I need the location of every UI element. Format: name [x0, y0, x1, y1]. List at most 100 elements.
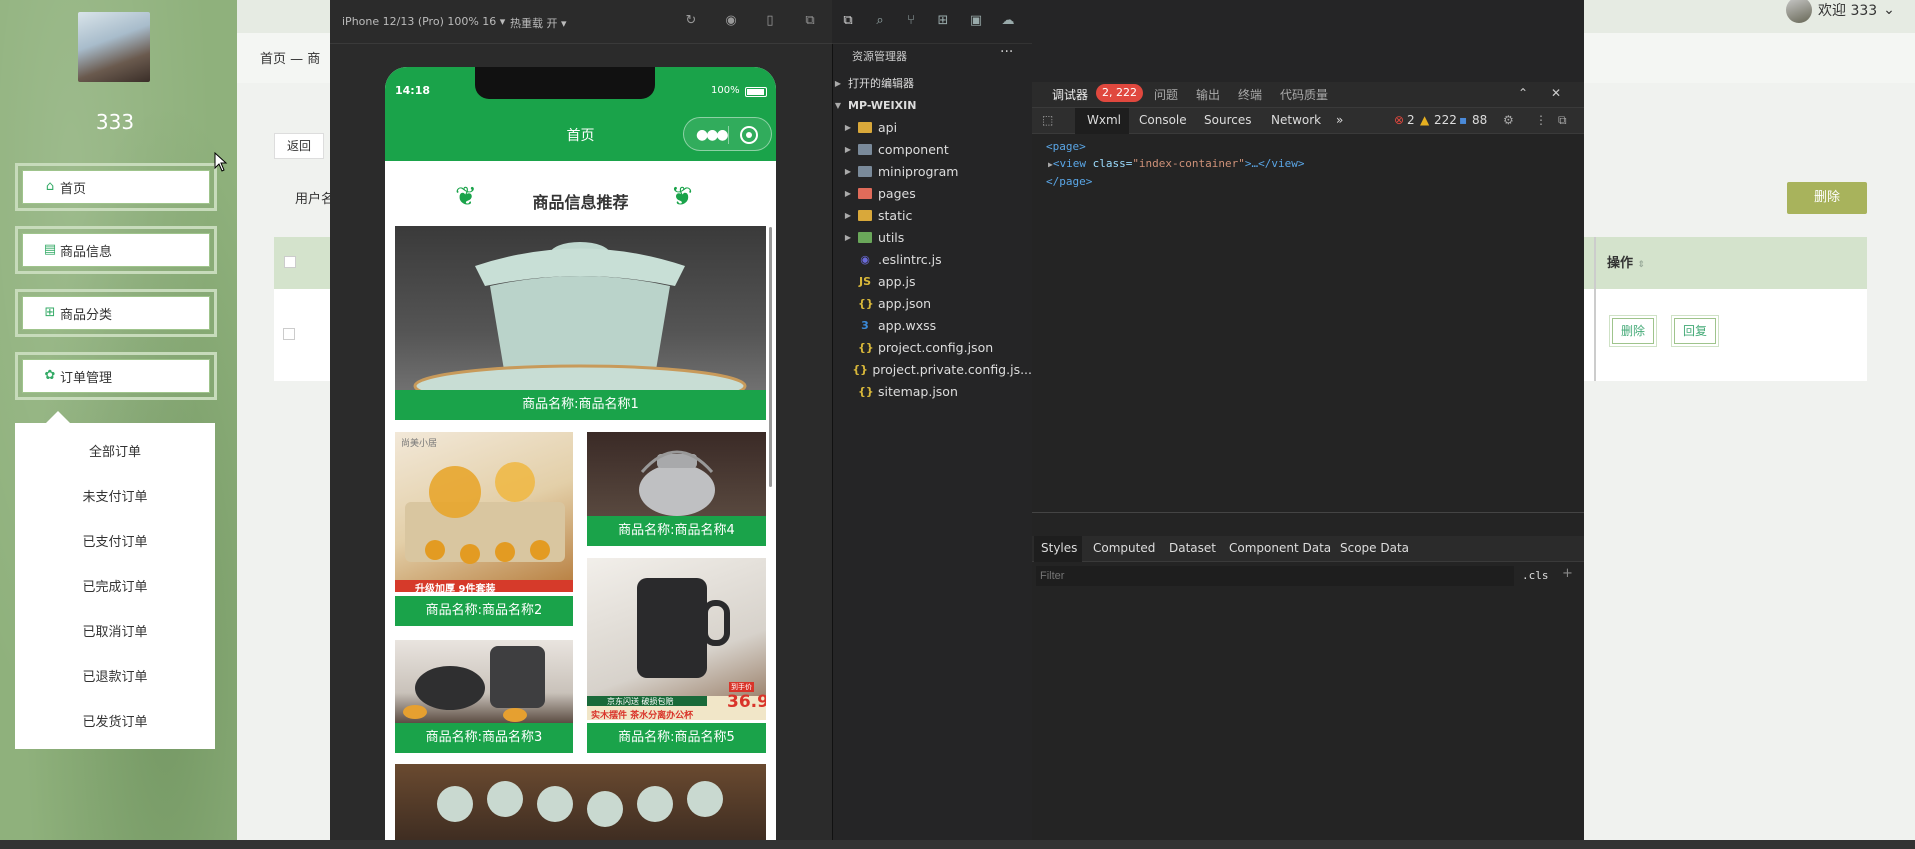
- product-image[interactable]: [395, 640, 573, 728]
- more-tabs-icon[interactable]: »: [1336, 113, 1343, 127]
- tab-debugger[interactable]: 调试器: [1052, 86, 1088, 103]
- tab-terminal[interactable]: 终端: [1238, 86, 1262, 103]
- more-vertical-icon[interactable]: ⋮: [1535, 113, 1547, 127]
- phone-icon[interactable]: ▯: [762, 13, 778, 29]
- folder-item[interactable]: ▶ utils: [832, 226, 1032, 248]
- batch-delete-button[interactable]: 删除: [1787, 182, 1867, 214]
- tab-scope-data[interactable]: Scope Data: [1340, 541, 1409, 555]
- sidebar-item-home[interactable]: ⌂ 首页: [15, 163, 217, 211]
- more-options-icon[interactable]: ···: [1000, 44, 1013, 60]
- cls-toggle[interactable]: .cls: [1522, 569, 1549, 582]
- chevron-right-icon: ▶: [844, 188, 852, 198]
- tab-output[interactable]: 输出: [1196, 86, 1220, 103]
- tab-console[interactable]: Console: [1139, 113, 1187, 127]
- open-editors-section[interactable]: ▶ 打开的编辑器: [832, 72, 1032, 94]
- add-style-icon[interactable]: +: [1562, 566, 1573, 581]
- tab-dataset[interactable]: Dataset: [1169, 541, 1216, 555]
- product-image[interactable]: [395, 226, 766, 404]
- folder-item[interactable]: ▶ static: [832, 204, 1032, 226]
- tab-sources[interactable]: Sources: [1204, 113, 1251, 127]
- file-item[interactable]: {} app.json: [832, 292, 1032, 314]
- file-item[interactable]: {} sitemap.json: [832, 380, 1032, 402]
- docker-icon[interactable]: ☁: [1000, 13, 1016, 29]
- project-root[interactable]: ▼ MP-WEIXIN: [832, 94, 1032, 116]
- product-caption[interactable]: 商品名称:商品名称3: [395, 723, 573, 753]
- product-icon: ▤: [43, 242, 57, 257]
- row-reply-button[interactable]: 回复: [1670, 315, 1720, 347]
- submenu-item-all-orders[interactable]: 全部订单: [15, 441, 215, 460]
- refresh-icon[interactable]: ↻: [683, 13, 699, 29]
- tree-item-label: sitemap.json: [878, 383, 958, 399]
- tab-code-quality[interactable]: 代码质量: [1280, 86, 1328, 103]
- search-icon[interactable]: ⌕: [872, 13, 888, 29]
- close-target-icon[interactable]: [740, 126, 758, 144]
- sidebar-item-product-info[interactable]: ▤ 商品信息: [15, 226, 217, 274]
- product-caption[interactable]: 商品名称:商品名称1: [395, 390, 766, 420]
- wxml-line[interactable]: </page>: [1046, 173, 1305, 190]
- dock-icon[interactable]: ⧉: [1558, 113, 1567, 128]
- row-checkbox[interactable]: [283, 328, 295, 340]
- file-item[interactable]: {} project.config.json: [832, 336, 1032, 358]
- submenu-item-completed-orders[interactable]: 已完成订单: [15, 576, 215, 595]
- product-image[interactable]: 尚美小居 升级加厚 9件套装: [395, 432, 573, 592]
- product-image[interactable]: 京东闪送 破损包赔 到手价 36.9 实木摆件 茶水分离办公杯: [587, 558, 766, 720]
- files-icon[interactable]: ⧉: [840, 13, 856, 29]
- product-caption[interactable]: 商品名称:商品名称2: [395, 596, 573, 626]
- capsule-menu[interactable]: ●●●: [683, 117, 772, 151]
- wxml-line[interactable]: ▶<view class="index-container">…</view>: [1046, 155, 1305, 173]
- wxml-tree: <page> ▶<view class="index-container">…<…: [1046, 138, 1305, 190]
- close-icon[interactable]: ✕: [1551, 86, 1561, 100]
- file-item[interactable]: JS app.js: [832, 270, 1032, 292]
- file-item[interactable]: {} project.private.config.js...: [832, 358, 1032, 380]
- sidebar-item-order-management[interactable]: ✿ 订单管理: [15, 352, 217, 400]
- tab-styles[interactable]: Styles: [1041, 541, 1077, 555]
- file-item[interactable]: ◉ .eslintrc.js: [832, 248, 1032, 270]
- debug-icon[interactable]: ▣: [968, 13, 984, 29]
- submenu-arrow: [46, 411, 70, 423]
- sidebar-item-product-category[interactable]: ⊞ 商品分类: [15, 289, 217, 337]
- product-image[interactable]: [587, 432, 766, 520]
- tree-item-label: app.js: [878, 273, 916, 289]
- detach-window-icon[interactable]: ⧉: [802, 13, 818, 29]
- inspect-element-icon[interactable]: ⬚: [1042, 113, 1053, 127]
- product-image[interactable]: [395, 764, 766, 849]
- panel-splitter[interactable]: [1032, 512, 1584, 513]
- tab-problems[interactable]: 问题: [1154, 86, 1178, 103]
- tab-computed[interactable]: Computed: [1093, 541, 1155, 555]
- submenu-item-cancelled-orders[interactable]: 已取消订单: [15, 621, 215, 640]
- product-caption[interactable]: 商品名称:商品名称4: [587, 516, 766, 546]
- welcome-user-menu[interactable]: 欢迎 333 ⌄: [1786, 0, 1895, 23]
- extensions-icon[interactable]: ⊞: [935, 13, 951, 29]
- back-button[interactable]: 返回: [274, 133, 324, 159]
- tab-wxml[interactable]: Wxml: [1087, 113, 1121, 127]
- row-delete-button[interactable]: 删除: [1608, 315, 1658, 347]
- promo-banner-text: 升级加厚 9件套装: [415, 584, 496, 592]
- collapse-icon[interactable]: ⌃: [1518, 86, 1528, 100]
- folder-item[interactable]: ▶ pages: [832, 182, 1032, 204]
- folder-item[interactable]: ▶ api: [832, 116, 1032, 138]
- submenu-item-shipped-orders[interactable]: 已发货订单: [15, 711, 215, 730]
- wxml-line[interactable]: <page>: [1046, 138, 1305, 155]
- more-dots-icon[interactable]: ●●●: [696, 127, 729, 143]
- device-selector[interactable]: iPhone 12/13 (Pro) 100% 16 ▾: [342, 15, 505, 28]
- submenu-item-paid-orders[interactable]: 已支付订单: [15, 531, 215, 550]
- hot-reload-toggle[interactable]: 热重载 开 ▾: [510, 15, 567, 31]
- breadcrumb[interactable]: 首页 — 商: [260, 48, 320, 67]
- tab-component-data[interactable]: Component Data: [1229, 541, 1331, 555]
- chevron-right-icon: ▶: [844, 122, 852, 132]
- operation-column-header[interactable]: 操作 ⇕: [1607, 252, 1645, 271]
- folder-icon: [858, 231, 872, 243]
- folder-item[interactable]: ▶ component: [832, 138, 1032, 160]
- folder-item[interactable]: ▶ miniprogram: [832, 160, 1032, 182]
- product-caption[interactable]: 商品名称:商品名称5: [587, 723, 766, 753]
- styles-filter-input[interactable]: [1036, 566, 1514, 586]
- file-item[interactable]: 3 app.wxss: [832, 314, 1032, 336]
- submenu-item-refunded-orders[interactable]: 已退款订单: [15, 666, 215, 685]
- scrollbar[interactable]: [769, 227, 772, 487]
- source-control-icon[interactable]: ⑂: [903, 13, 919, 29]
- settings-gear-icon[interactable]: ⚙: [1503, 113, 1514, 127]
- stop-icon[interactable]: ◉: [723, 13, 739, 29]
- submenu-item-unpaid-orders[interactable]: 未支付订单: [15, 486, 215, 505]
- select-all-checkbox[interactable]: [284, 256, 296, 268]
- tab-network[interactable]: Network: [1271, 113, 1321, 127]
